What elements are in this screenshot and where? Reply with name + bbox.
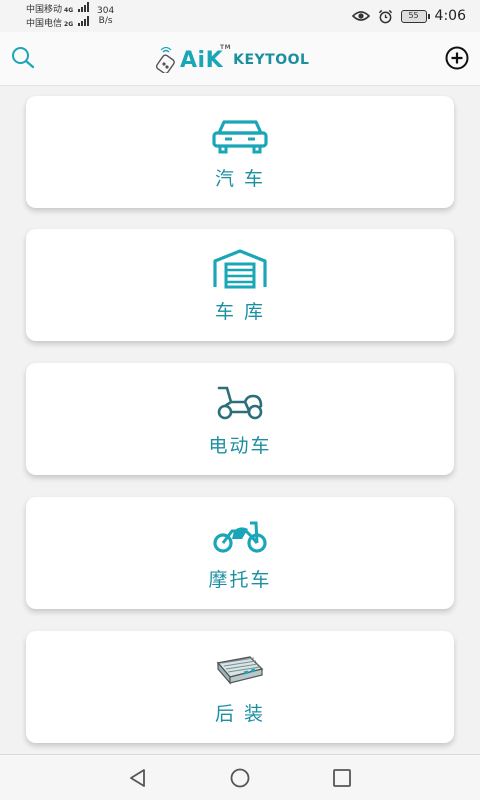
speed-value: 304 — [97, 6, 115, 16]
category-label: 摩托车 — [208, 568, 272, 591]
category-card-garage[interactable]: 车 库 — [26, 229, 454, 341]
category-label: 车 库 — [214, 300, 266, 323]
battery-icon: 55 — [400, 9, 430, 23]
logo-subtitle: KEYTOOL — [233, 52, 310, 68]
add-icon[interactable] — [444, 45, 470, 71]
garage-icon — [213, 248, 267, 288]
aftermarket-icon — [216, 655, 264, 685]
logo-text: AiK — [180, 47, 224, 73]
car-icon — [212, 119, 268, 153]
category-card-motorcycle[interactable]: 摩托车 — [26, 497, 454, 609]
system-nav-bar — [0, 754, 480, 800]
category-card-ebike[interactable]: 电动车 — [26, 363, 454, 475]
category-card-car[interactable]: 汽 车 — [26, 96, 454, 208]
carrier-info: 中国移动 4G 中国电信 2G — [26, 2, 89, 30]
category-list: 汽 车 车 库 电动车 摩托车 后 装 — [0, 86, 480, 754]
eye-comfort-icon — [351, 11, 370, 21]
home-icon[interactable] — [229, 767, 251, 789]
carrier-1: 中国移动 — [26, 5, 63, 15]
app-logo: AiK TM KEYTOOL — [156, 44, 326, 76]
category-label: 后 装 — [214, 702, 266, 725]
status-bar: 中国移动 4G 中国电信 2G 304 B/s 55 4:06 — [0, 0, 480, 32]
key-logo-icon — [156, 47, 175, 73]
scooter-icon — [217, 386, 263, 419]
speed-unit: B/s — [98, 16, 113, 26]
carrier-2: 中国电信 — [26, 19, 63, 29]
motorcycle-icon — [213, 521, 267, 553]
app-header: AiK TM KEYTOOL — [0, 32, 480, 86]
back-icon[interactable] — [127, 767, 149, 789]
network-type-1: 4G — [64, 7, 74, 14]
alarm-icon — [378, 9, 392, 23]
signal-icon-2 — [78, 16, 89, 26]
search-icon[interactable] — [10, 45, 36, 71]
signal-icon-1 — [78, 2, 89, 12]
network-speed: 304 B/s — [97, 6, 114, 26]
clock: 4:06 — [434, 8, 466, 24]
recents-icon[interactable] — [331, 767, 353, 789]
category-card-aftermarket[interactable]: 后 装 — [26, 631, 454, 743]
category-label: 汽 车 — [214, 167, 266, 190]
network-type-2: 2G — [64, 21, 74, 28]
category-label: 电动车 — [208, 434, 272, 457]
trademark-mark: TM — [220, 43, 232, 51]
